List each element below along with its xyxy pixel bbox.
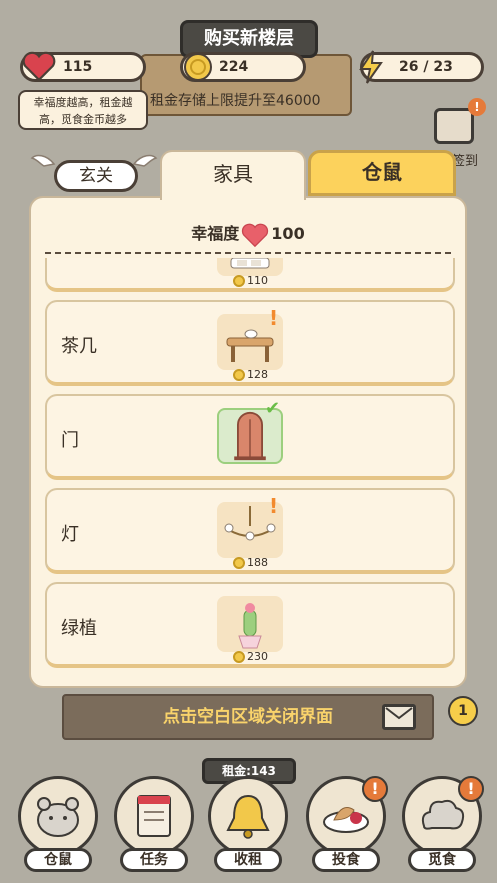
coin-icon (233, 651, 245, 663)
coin-icon (233, 557, 245, 569)
nav-label: 任务 (120, 848, 188, 872)
heart-icon (22, 51, 56, 82)
furniture-list[interactable]: 110 茶几 ! 128 门 ✔ 灯 ! 188 绿植 230 (45, 258, 455, 686)
forage-icon (421, 799, 465, 830)
nav-label: 觅食 (408, 848, 476, 872)
owned-check-icon: ✔ (265, 398, 281, 419)
coin-icon (184, 53, 212, 81)
new-alert-icon: ! (269, 306, 279, 330)
nav-collect-rent[interactable]: 收租 (206, 776, 290, 872)
coin-icon (233, 369, 245, 381)
close-hint-bar[interactable]: 点击空白区域关闭界面 (62, 694, 434, 740)
price-tag: 110 (233, 274, 268, 287)
nav-label: 仓鼠 (24, 848, 92, 872)
heart-icon (242, 223, 269, 247)
divider (45, 252, 451, 254)
new-alert-icon: ! (269, 494, 279, 518)
list-item[interactable]: 绿植 230 (45, 582, 455, 668)
happiness-value: 100 (271, 224, 305, 243)
mail-count-badge[interactable]: 1 (448, 696, 478, 726)
nav-hamster[interactable]: 仓鼠 (16, 776, 100, 872)
list-item[interactable]: 门 ✔ (45, 394, 455, 480)
nav-forage[interactable]: 觅食 ! (400, 776, 484, 872)
mail-icon[interactable] (382, 704, 416, 730)
nav-task[interactable]: 任务 (112, 776, 196, 872)
rent-limit-text: 租金存储上限提升至46000 (150, 93, 321, 109)
happiness-hint: 幸福度越高，租金越高，觅食金币越多 (18, 90, 148, 130)
calendar-icon[interactable] (434, 108, 474, 144)
cactus-icon (217, 596, 283, 652)
price-tag: 128 (233, 368, 268, 381)
lightning-icon (359, 50, 383, 84)
wing-left-icon (30, 154, 56, 167)
tab-hamster[interactable]: 仓鼠 (308, 150, 456, 196)
food-icon (323, 807, 369, 833)
calendar-alert-badge: ! (468, 98, 486, 116)
item-name: 灯 (61, 524, 79, 545)
furniture-panel: 幸福度 100 110 茶几 ! 128 门 ✔ 灯 ! 188 绿植 230 (29, 196, 467, 688)
price-value: 230 (247, 650, 268, 663)
nav-label: 投食 (312, 848, 380, 872)
list-item[interactable]: 茶几 ! 128 (45, 300, 455, 386)
happiness-label: 幸福度 (191, 224, 240, 243)
nav-label: 收租 (214, 848, 282, 872)
item-name: 茶几 (61, 336, 97, 357)
price-tag: 230 (233, 650, 268, 663)
tab-furniture[interactable]: 家具 (160, 150, 306, 200)
hamster-icon (37, 797, 79, 837)
item-name: 绿植 (61, 618, 97, 639)
price-value: 110 (247, 274, 268, 287)
panel-happiness: 幸福度 100 (31, 220, 465, 248)
tab-gate[interactable]: 玄关 (54, 160, 138, 192)
task-icon (137, 795, 171, 837)
list-item[interactable]: 110 (45, 258, 455, 292)
coin-icon (233, 275, 245, 287)
nav-feed[interactable]: 投食 ! (304, 776, 388, 872)
feed-alert-badge: ! (362, 776, 388, 802)
list-item[interactable]: 灯 ! 188 (45, 488, 455, 574)
bell-icon (226, 794, 270, 839)
forage-alert-badge: ! (458, 776, 484, 802)
price-value: 188 (247, 556, 268, 569)
price-value: 128 (247, 368, 268, 381)
item-name: 门 (61, 430, 79, 451)
price-tag: 188 (233, 556, 268, 569)
